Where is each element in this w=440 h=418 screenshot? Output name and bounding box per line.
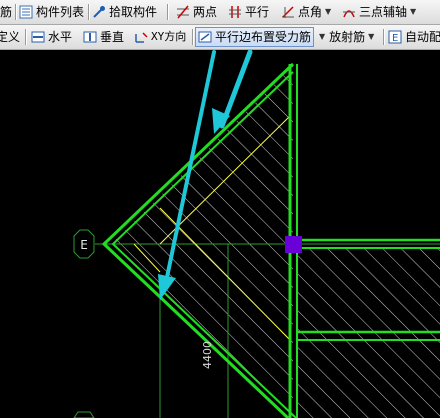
horizontal-rebar-icon [31,31,45,43]
define-label: 定义 [0,30,21,44]
three-point-axis-dropdown-icon[interactable]: ▼ [410,2,416,22]
two-point-label: 两点 [193,5,218,19]
component-list-button[interactable]: 构件列表 [19,2,84,22]
point-angle-button[interactable]: 点角 ▼ [281,2,331,22]
parallel-button[interactable]: 平行 [228,2,269,22]
separator [15,4,16,20]
separator [167,4,168,20]
two-point-axis-icon [177,5,189,19]
toolbar-row-2: 定义 水平 垂直 XY方向 平行边布置受力筋 ▼ 放射筋 ▼ [0,25,440,50]
toolbar-row-1: 筋 构件列表 拾取构件 两点 平行 点角 ▼ 三点辅轴 ▼ [0,0,440,25]
three-point-axis-label: 三点辅轴 [359,5,408,19]
parallel-axis-icon [229,6,241,18]
drawing-canvas[interactable]: E 4400 [0,50,440,418]
vertical-label: 垂直 [100,30,125,44]
radial-rebar-drop-icon[interactable]: ▼ [319,27,325,47]
list-icon [19,5,33,19]
tb-rebar-tail[interactable]: 筋 [0,2,12,22]
axis-bubble-bottom [73,411,95,418]
xy-direction-icon [135,32,148,43]
xy-direction-label: XY方向 [151,30,187,43]
pick-component-button[interactable]: 拾取构件 [92,2,157,22]
tb-rebar-tail-label: 筋 [0,5,13,19]
pick-component-label: 拾取构件 [109,5,158,19]
auto-config-icon: E [388,30,402,44]
three-point-arc-icon [343,10,355,18]
auto-config-button[interactable]: E 自动配 [388,27,440,47]
radial-rebar-button[interactable]: ▼ 放射筋 ▼ [319,27,374,47]
point-angle-dropdown-icon[interactable]: ▼ [325,2,331,22]
vertical-rebar-icon [83,31,97,43]
radial-rebar-dropdown-icon[interactable]: ▼ [368,27,374,47]
parallel-edge-rebar-label: 平行边布置受力筋 [215,30,312,44]
axis-label-e: E [80,238,88,252]
horizontal-label: 水平 [48,30,73,44]
vertical-button[interactable]: 垂直 [83,27,124,47]
separator [25,29,26,45]
define-button[interactable]: 定义 [0,27,20,47]
two-point-button[interactable]: 两点 [176,2,217,22]
xy-direction-button[interactable]: XY方向 [134,27,186,47]
separator [383,29,384,45]
purple-grip-handle[interactable] [285,236,302,253]
component-list-label: 构件列表 [36,5,85,19]
point-angle-label: 点角 [298,5,323,19]
parallel-edge-rebar-button[interactable]: 平行边布置受力筋 [195,27,315,47]
auto-config-label: 自动配 [405,30,440,44]
svg-text:E: E [392,33,398,44]
point-angle-icon [282,6,294,18]
horizontal-button[interactable]: 水平 [31,27,72,47]
dimension-text: 4400 [201,341,214,369]
parallel-label: 平行 [245,5,270,19]
separator [192,29,193,45]
parallel-edge-rebar-icon [198,31,212,43]
three-point-axis-button[interactable]: 三点辅轴 ▼ [342,2,416,22]
radial-rebar-label: 放射筋 [329,30,366,44]
pick-dropper-icon [93,6,105,18]
separator [88,4,89,20]
